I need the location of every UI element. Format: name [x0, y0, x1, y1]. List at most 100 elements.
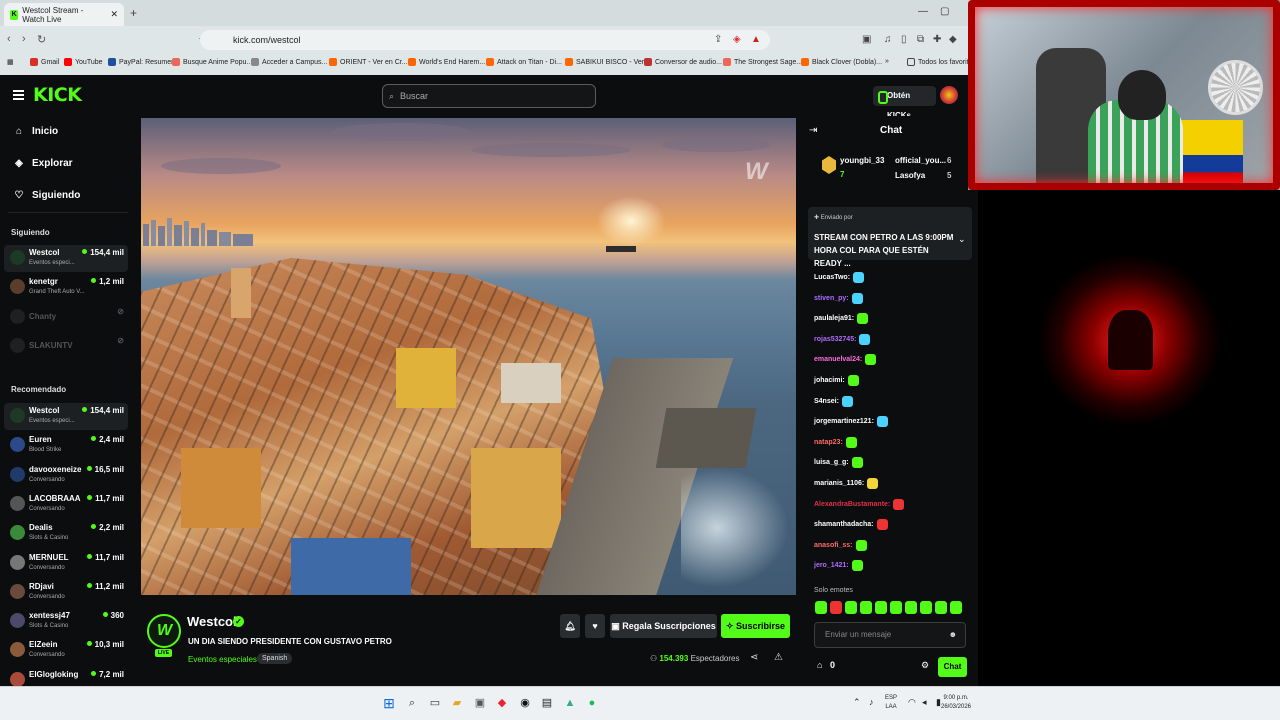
emote[interactable] [815, 601, 827, 614]
browser-tab[interactable]: K Westcol Stream - Watch Live ✕ [4, 3, 124, 26]
shield-icon[interactable]: ◆ [949, 34, 957, 45]
channel-row[interactable]: kenetgr Grand Theft Auto V... 1,2 mil [4, 274, 128, 301]
chat-message[interactable]: jero_1421: [814, 560, 863, 572]
kick-logo[interactable]: KICK [33, 84, 82, 106]
rewards-icon[interactable]: ▲ [751, 34, 761, 45]
chat-message[interactable]: natap23: [814, 436, 857, 448]
share-icon[interactable]: ⋖ [750, 652, 758, 663]
chat-username[interactable]: natap23: [814, 439, 843, 446]
apps-icon[interactable]: ▦ [7, 58, 14, 66]
chat-message[interactable]: rojas532745: [814, 333, 871, 345]
music-icon[interactable]: ♫ [884, 34, 892, 45]
get-kicks-button[interactable]: Obtén KICKs [873, 86, 936, 120]
bookmark-anime[interactable]: Busque Anime Popu... [172, 58, 252, 66]
channel-row[interactable]: LACOBRAAA Conversando 11,7 mil [4, 491, 128, 518]
video-player[interactable]: W [141, 118, 796, 595]
close-tab-icon[interactable]: ✕ [110, 9, 118, 20]
emote-picker-row[interactable] [815, 601, 962, 614]
chat-username[interactable]: paulaleja91: [814, 315, 854, 322]
new-tab-icon[interactable]: + [130, 6, 137, 20]
emote[interactable] [860, 601, 872, 614]
channel-row[interactable]: davooxeneize Conversando 16,5 mil [4, 462, 128, 489]
chat-message[interactable]: luisa_g_g: [814, 457, 863, 469]
chat-username[interactable]: LucasTwo: [814, 274, 850, 281]
sidebar-toggle-icon[interactable]: ▣ [862, 34, 871, 45]
chat-message[interactable]: jorgemartinez121: [814, 416, 888, 428]
channel-row[interactable]: RDjavi Conversando 11,2 mil [4, 579, 128, 606]
emote[interactable] [935, 601, 947, 614]
clock[interactable]: 9:00 p.m. 26/03/2026 [936, 694, 976, 712]
emote[interactable] [845, 601, 857, 614]
emote[interactable] [890, 601, 902, 614]
send-chat-button[interactable]: Chat [938, 657, 967, 677]
reader-icon[interactable]: ▯ [901, 34, 907, 45]
language-tag[interactable]: Spanish [257, 653, 293, 664]
bookmark-bisco[interactable]: SABIKUI BISCO - Ver... [565, 58, 650, 66]
report-icon[interactable]: ⚠ [774, 652, 783, 663]
chat-username[interactable]: emanuelval24: [814, 356, 862, 363]
channel-name[interactable]: Westcol [187, 614, 237, 629]
chat-username[interactable]: shamanthadacha: [814, 521, 874, 528]
maximize-icon[interactable]: ▢ [940, 6, 949, 17]
emote[interactable] [905, 601, 917, 614]
chat-username[interactable]: luisa_g_g: [814, 459, 849, 466]
bookmark-paypal[interactable]: PayPal: Resumen [108, 58, 175, 66]
chat-username[interactable]: anasofi_ss: [814, 542, 853, 549]
gifter-name[interactable]: youngbi_33 [840, 156, 884, 165]
chat-message[interactable]: anasofi_ss: [814, 539, 867, 551]
subscribe-button[interactable]: ✧ Suscribirse [721, 614, 790, 638]
search-icon[interactable]: ⌕ [404, 695, 420, 711]
chat-message[interactable]: johacimi: [814, 375, 859, 386]
puzzle-icon[interactable]: ✚ [933, 34, 941, 45]
chat-message[interactable]: stiven_py: [814, 292, 863, 304]
bookmark-aot[interactable]: Attack on Titan - Di... [486, 58, 562, 66]
emote[interactable] [830, 601, 842, 614]
nav-explorar[interactable]: ◈ Explorar [14, 158, 72, 169]
chat-username[interactable]: rojas532745: [814, 336, 856, 343]
menu-icon[interactable] [13, 90, 24, 100]
gifter-name[interactable]: official_you... [895, 156, 946, 165]
bookmark-gmail[interactable]: Gmail [30, 58, 59, 66]
windows-start-icon[interactable]: ⊞ [381, 695, 397, 711]
store-icon[interactable]: ▣ [472, 695, 488, 711]
app-icon[interactable]: ▲ [562, 695, 578, 711]
settings-gear-icon[interactable]: ⚙ [921, 660, 929, 671]
emote[interactable] [950, 601, 962, 614]
share-icon[interactable]: ⇪ [714, 34, 722, 45]
forward-icon[interactable]: › [22, 33, 26, 45]
emote-menu-icon[interactable]: ☻ [949, 623, 957, 647]
chat-username[interactable]: jorgemartinez121: [814, 418, 874, 425]
search-input[interactable]: ⌕ Buscar [382, 84, 596, 108]
chat-username[interactable]: marianis_1106: [814, 480, 864, 487]
channel-row[interactable]: MERNUEL Conversando 11,7 mil [4, 550, 128, 577]
nav-siguiendo[interactable]: ♡ Siguiendo [14, 190, 81, 201]
language-indicator[interactable]: ESP LAA [885, 694, 897, 712]
chat-message[interactable]: AlexandraBustamante: [814, 498, 905, 510]
brave-icon[interactable]: ◆ [494, 695, 510, 711]
chat-input[interactable]: Enviar un mensaje ☻ [814, 622, 966, 648]
channel-row[interactable]: Westcol Eventos especi... 154,4 mil [4, 403, 128, 430]
nav-inicio[interactable]: ⌂ Inicio [14, 126, 58, 137]
tray-chevron-icon[interactable]: ⌃ [853, 698, 861, 707]
chat-message[interactable]: S4nsei: [814, 395, 853, 407]
channel-avatar[interactable] [147, 614, 181, 648]
microphone-icon[interactable]: ♪ [869, 698, 874, 707]
emote[interactable] [920, 601, 932, 614]
bookmark-converter[interactable]: Conversor de audio... [644, 58, 722, 66]
chat-username[interactable]: jero_1421: [814, 562, 849, 569]
user-avatar[interactable] [940, 86, 958, 104]
channel-row[interactable]: Dealis Slots & Casino 2,2 mil [4, 520, 128, 547]
chat-message[interactable]: LucasTwo: [814, 272, 865, 283]
reload-icon[interactable]: ↻ [37, 33, 46, 46]
task-view-icon[interactable]: ▭ [427, 695, 443, 711]
file-explorer-icon[interactable]: ▰ [449, 695, 465, 711]
chat-username[interactable]: AlexandraBustamante: [814, 501, 890, 508]
emote[interactable] [875, 601, 887, 614]
points-icon[interactable]: ⌂ [817, 660, 822, 670]
channel-row[interactable]: xentessj47 Slots & Casino 360 [4, 608, 128, 635]
bookmark-youtube[interactable]: YouTube [64, 58, 103, 66]
minimize-icon[interactable]: — [918, 6, 928, 17]
channel-row[interactable]: Chanty ⊘ [4, 304, 128, 331]
bookmarks-overflow-icon[interactable]: » [885, 58, 889, 65]
chat-username[interactable]: S4nsei: [814, 398, 839, 405]
